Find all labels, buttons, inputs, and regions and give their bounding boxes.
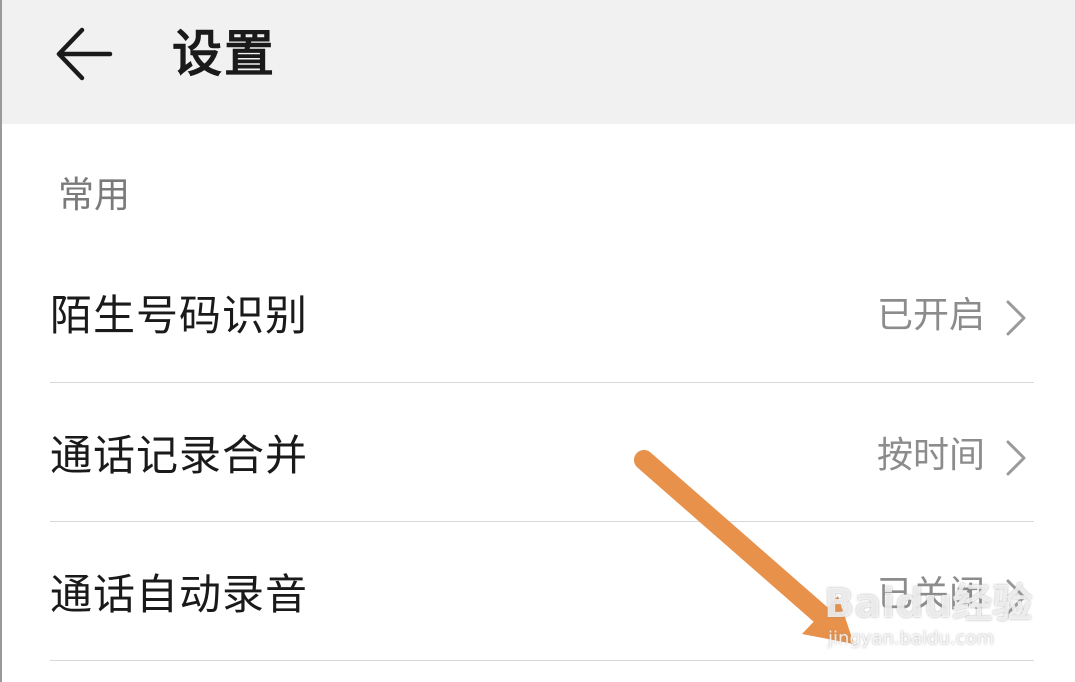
page-title: 设置 (172, 25, 276, 83)
setting-row-call-log-merge[interactable]: 通话记录合并 按时间 (2, 386, 1075, 524)
setting-label: 陌生号码识别 (50, 291, 309, 340)
chevron-right-icon (1006, 440, 1026, 476)
back-button[interactable] (52, 22, 116, 86)
app-header: 设置 (2, 0, 1075, 124)
divider (50, 660, 1034, 661)
divider (50, 382, 1034, 383)
setting-label: 通话记录合并 (50, 431, 309, 480)
divider (50, 521, 1034, 522)
setting-row-unknown-number-identification[interactable]: 陌生号码识别 已开启 (2, 246, 1075, 384)
chevron-right-icon (1006, 579, 1026, 615)
setting-row-auto-call-recording[interactable]: 通话自动录音 已关闭 (2, 525, 1075, 663)
settings-screen: 设置 常用 陌生号码识别 已开启 通话记录合并 按时间 通话自动录音 已关闭 B… (0, 0, 1075, 682)
setting-value: 按时间 (876, 435, 985, 476)
setting-value: 已开启 (876, 295, 985, 336)
setting-label: 通话自动录音 (50, 570, 309, 619)
chevron-right-icon (1006, 300, 1026, 336)
arrow-left-icon (56, 27, 113, 81)
section-label: 常用 (58, 175, 131, 216)
setting-value: 已关闭 (876, 574, 985, 615)
